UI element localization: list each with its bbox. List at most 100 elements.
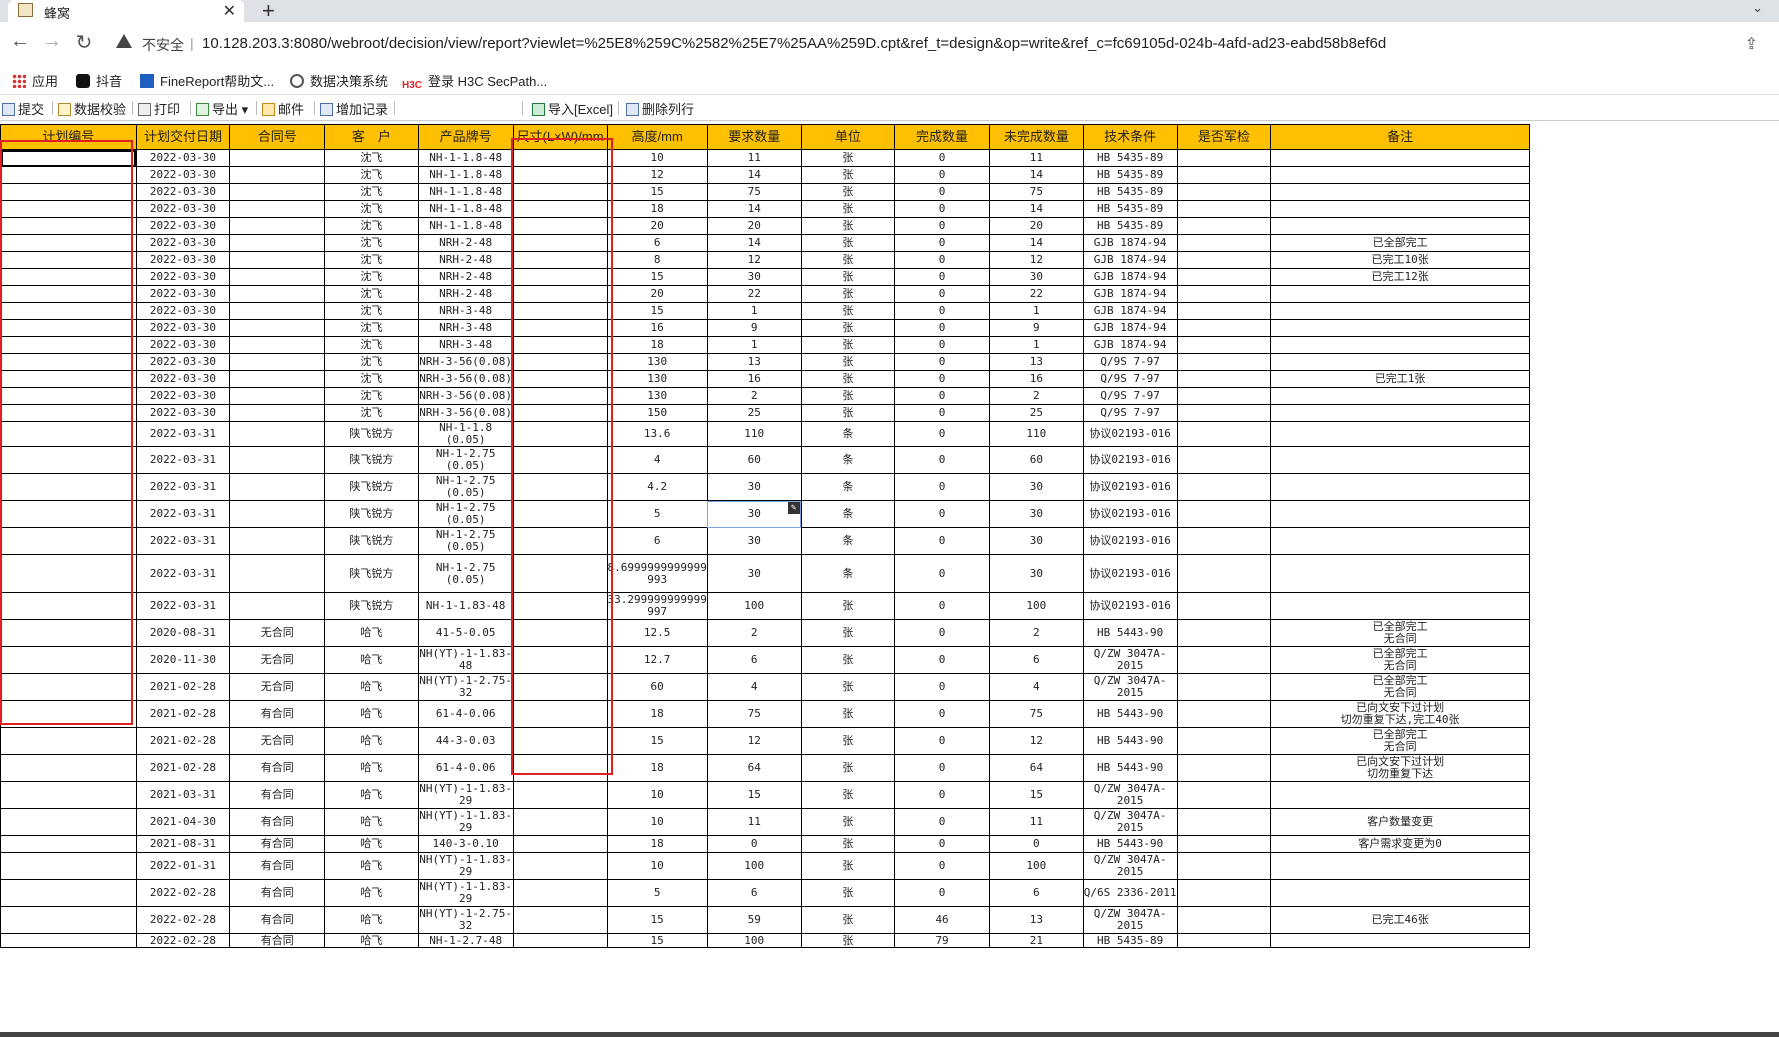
table-cell[interactable]: HB 5443-90 (1082, 619, 1178, 647)
table-cell[interactable]: 0 (894, 727, 990, 755)
table-cell[interactable]: 20 (606, 285, 708, 303)
table-cell[interactable]: 15 (706, 781, 802, 809)
table-cell[interactable] (229, 500, 326, 528)
table-cell[interactable]: 60 (706, 446, 802, 474)
table-cell[interactable]: 11 (988, 149, 1084, 167)
table-cell[interactable]: GJB 1874-94 (1082, 319, 1178, 337)
table-cell[interactable]: 140-3-0.10 (417, 835, 514, 853)
url-text[interactable]: 10.128.203.3:8080/webroot/decision/view/… (202, 35, 1386, 52)
table-cell[interactable]: 18 (606, 835, 708, 853)
table-cell[interactable]: 张 (800, 319, 896, 337)
table-cell[interactable] (1176, 302, 1272, 320)
table-cell[interactable]: 2022-03-30 (135, 285, 231, 303)
table-cell[interactable]: 张 (800, 646, 896, 674)
table-cell[interactable]: NH-1-2.75 (0.05) (417, 446, 514, 474)
table-cell[interactable]: 100 (706, 592, 802, 620)
table-cell[interactable] (1270, 879, 1530, 907)
table-cell[interactable]: 陕飞锐方 (324, 473, 419, 501)
table-cell[interactable]: 75 (988, 700, 1084, 728)
table-cell[interactable]: 哈飞 (324, 727, 419, 755)
table-cell[interactable]: 陕飞锐方 (324, 500, 419, 528)
table-cell[interactable]: NH-1-2.75 (0.05) (417, 473, 514, 501)
table-cell[interactable]: 0 (894, 217, 990, 235)
table-cell[interactable]: Q/9S 7-97 (1082, 404, 1178, 422)
table-cell[interactable] (1270, 319, 1530, 337)
table-cell[interactable]: 5 (606, 879, 708, 907)
table-cell[interactable]: 61-4-0.06 (417, 700, 514, 728)
table-cell[interactable]: 0 (894, 446, 990, 474)
security-warning[interactable]: 不安全 (142, 35, 184, 55)
table-cell[interactable] (229, 421, 326, 447)
table-cell[interactable]: 有合同 (229, 781, 326, 809)
export-button[interactable]: 导出 ▾ (196, 99, 248, 118)
table-cell[interactable]: HB 5435-89 (1082, 933, 1178, 948)
table-cell[interactable]: 100 (988, 852, 1084, 880)
table-cell[interactable]: 张 (800, 234, 896, 252)
table-cell[interactable] (1270, 933, 1530, 948)
table-cell[interactable]: 30 (706, 473, 802, 501)
table-cell[interactable]: Q/9S 7-97 (1082, 370, 1178, 388)
table-cell[interactable]: 41-5-0.05 (417, 619, 514, 647)
column-header[interactable]: 合同号 (229, 124, 326, 150)
table-cell[interactable] (1176, 217, 1272, 235)
close-tab-icon[interactable]: ✕ (223, 1, 236, 21)
table-cell[interactable] (1176, 183, 1272, 201)
table-cell[interactable] (0, 879, 137, 907)
table-cell[interactable]: 哈飞 (324, 906, 419, 934)
table-cell[interactable]: 21 (988, 933, 1084, 948)
table-cell[interactable]: Q/ZW 3047A-2015 (1082, 906, 1178, 934)
table-cell[interactable]: 2022-02-28 (135, 906, 231, 934)
table-cell[interactable]: 0 (894, 183, 990, 201)
table-cell[interactable]: 陕飞锐方 (324, 421, 419, 447)
table-cell[interactable] (1270, 353, 1530, 371)
table-cell[interactable]: 0 (894, 234, 990, 252)
table-cell[interactable] (229, 387, 326, 405)
table-cell[interactable] (512, 933, 608, 948)
table-cell[interactable]: 30 (706, 268, 802, 286)
table-cell[interactable]: 沈飞 (324, 217, 419, 235)
table-cell[interactable] (229, 554, 326, 593)
table-cell[interactable]: 2022-03-30 (135, 370, 231, 388)
table-cell[interactable]: 6 (606, 234, 708, 252)
table-cell[interactable]: 110 (988, 421, 1084, 447)
table-cell[interactable]: 0 (894, 754, 990, 782)
table-cell[interactable] (1176, 754, 1272, 782)
table-cell[interactable]: 已全部完工 无合同 (1270, 619, 1530, 647)
submit-button[interactable]: 提交 (2, 99, 44, 118)
table-cell[interactable] (1270, 500, 1530, 528)
table-cell[interactable]: NH(YT)-1-2.75- 32 (417, 906, 514, 934)
table-cell[interactable] (512, 879, 608, 907)
table-cell[interactable]: 哈飞 (324, 619, 419, 647)
table-cell[interactable]: 20 (706, 217, 802, 235)
table-cell[interactable] (1176, 619, 1272, 647)
table-cell[interactable]: 2021-03-31 (135, 781, 231, 809)
table-cell[interactable]: 0 (894, 200, 990, 218)
table-cell[interactable]: 张 (800, 285, 896, 303)
table-cell[interactable]: GJB 1874-94 (1082, 302, 1178, 320)
table-cell[interactable] (1270, 200, 1530, 218)
table-cell[interactable]: 0 (894, 646, 990, 674)
table-cell[interactable]: NH-1-2.75 (0.05) (417, 500, 514, 528)
table-cell[interactable]: Q/ZW 3047A-2015 (1082, 852, 1178, 880)
table-cell[interactable] (1270, 592, 1530, 620)
table-cell[interactable]: 6 (706, 646, 802, 674)
table-cell[interactable] (1270, 336, 1530, 354)
table-cell[interactable]: 沈飞 (324, 353, 419, 371)
table-cell[interactable]: 2022-03-30 (135, 234, 231, 252)
share-icon[interactable]: ⇪ (1745, 34, 1758, 54)
table-cell[interactable] (1176, 554, 1272, 593)
table-cell[interactable]: 有合同 (229, 808, 326, 836)
table-cell[interactable]: 4.2 (606, 473, 708, 501)
table-cell[interactable]: 13 (988, 906, 1084, 934)
table-cell[interactable]: 12 (606, 166, 708, 184)
table-cell[interactable]: 15 (988, 781, 1084, 809)
table-cell[interactable]: NH-1-1.8 (0.05) (417, 421, 514, 447)
table-cell[interactable]: 18 (606, 336, 708, 354)
table-cell[interactable]: 64 (706, 754, 802, 782)
table-cell[interactable] (1176, 835, 1272, 853)
table-cell[interactable]: NH(YT)-1-1.83- 29 (417, 852, 514, 880)
table-cell[interactable]: 30 (988, 500, 1084, 528)
table-cell[interactable]: 2021-04-30 (135, 808, 231, 836)
table-cell[interactable]: 哈飞 (324, 673, 419, 701)
table-cell[interactable]: HB 5443-90 (1082, 835, 1178, 853)
